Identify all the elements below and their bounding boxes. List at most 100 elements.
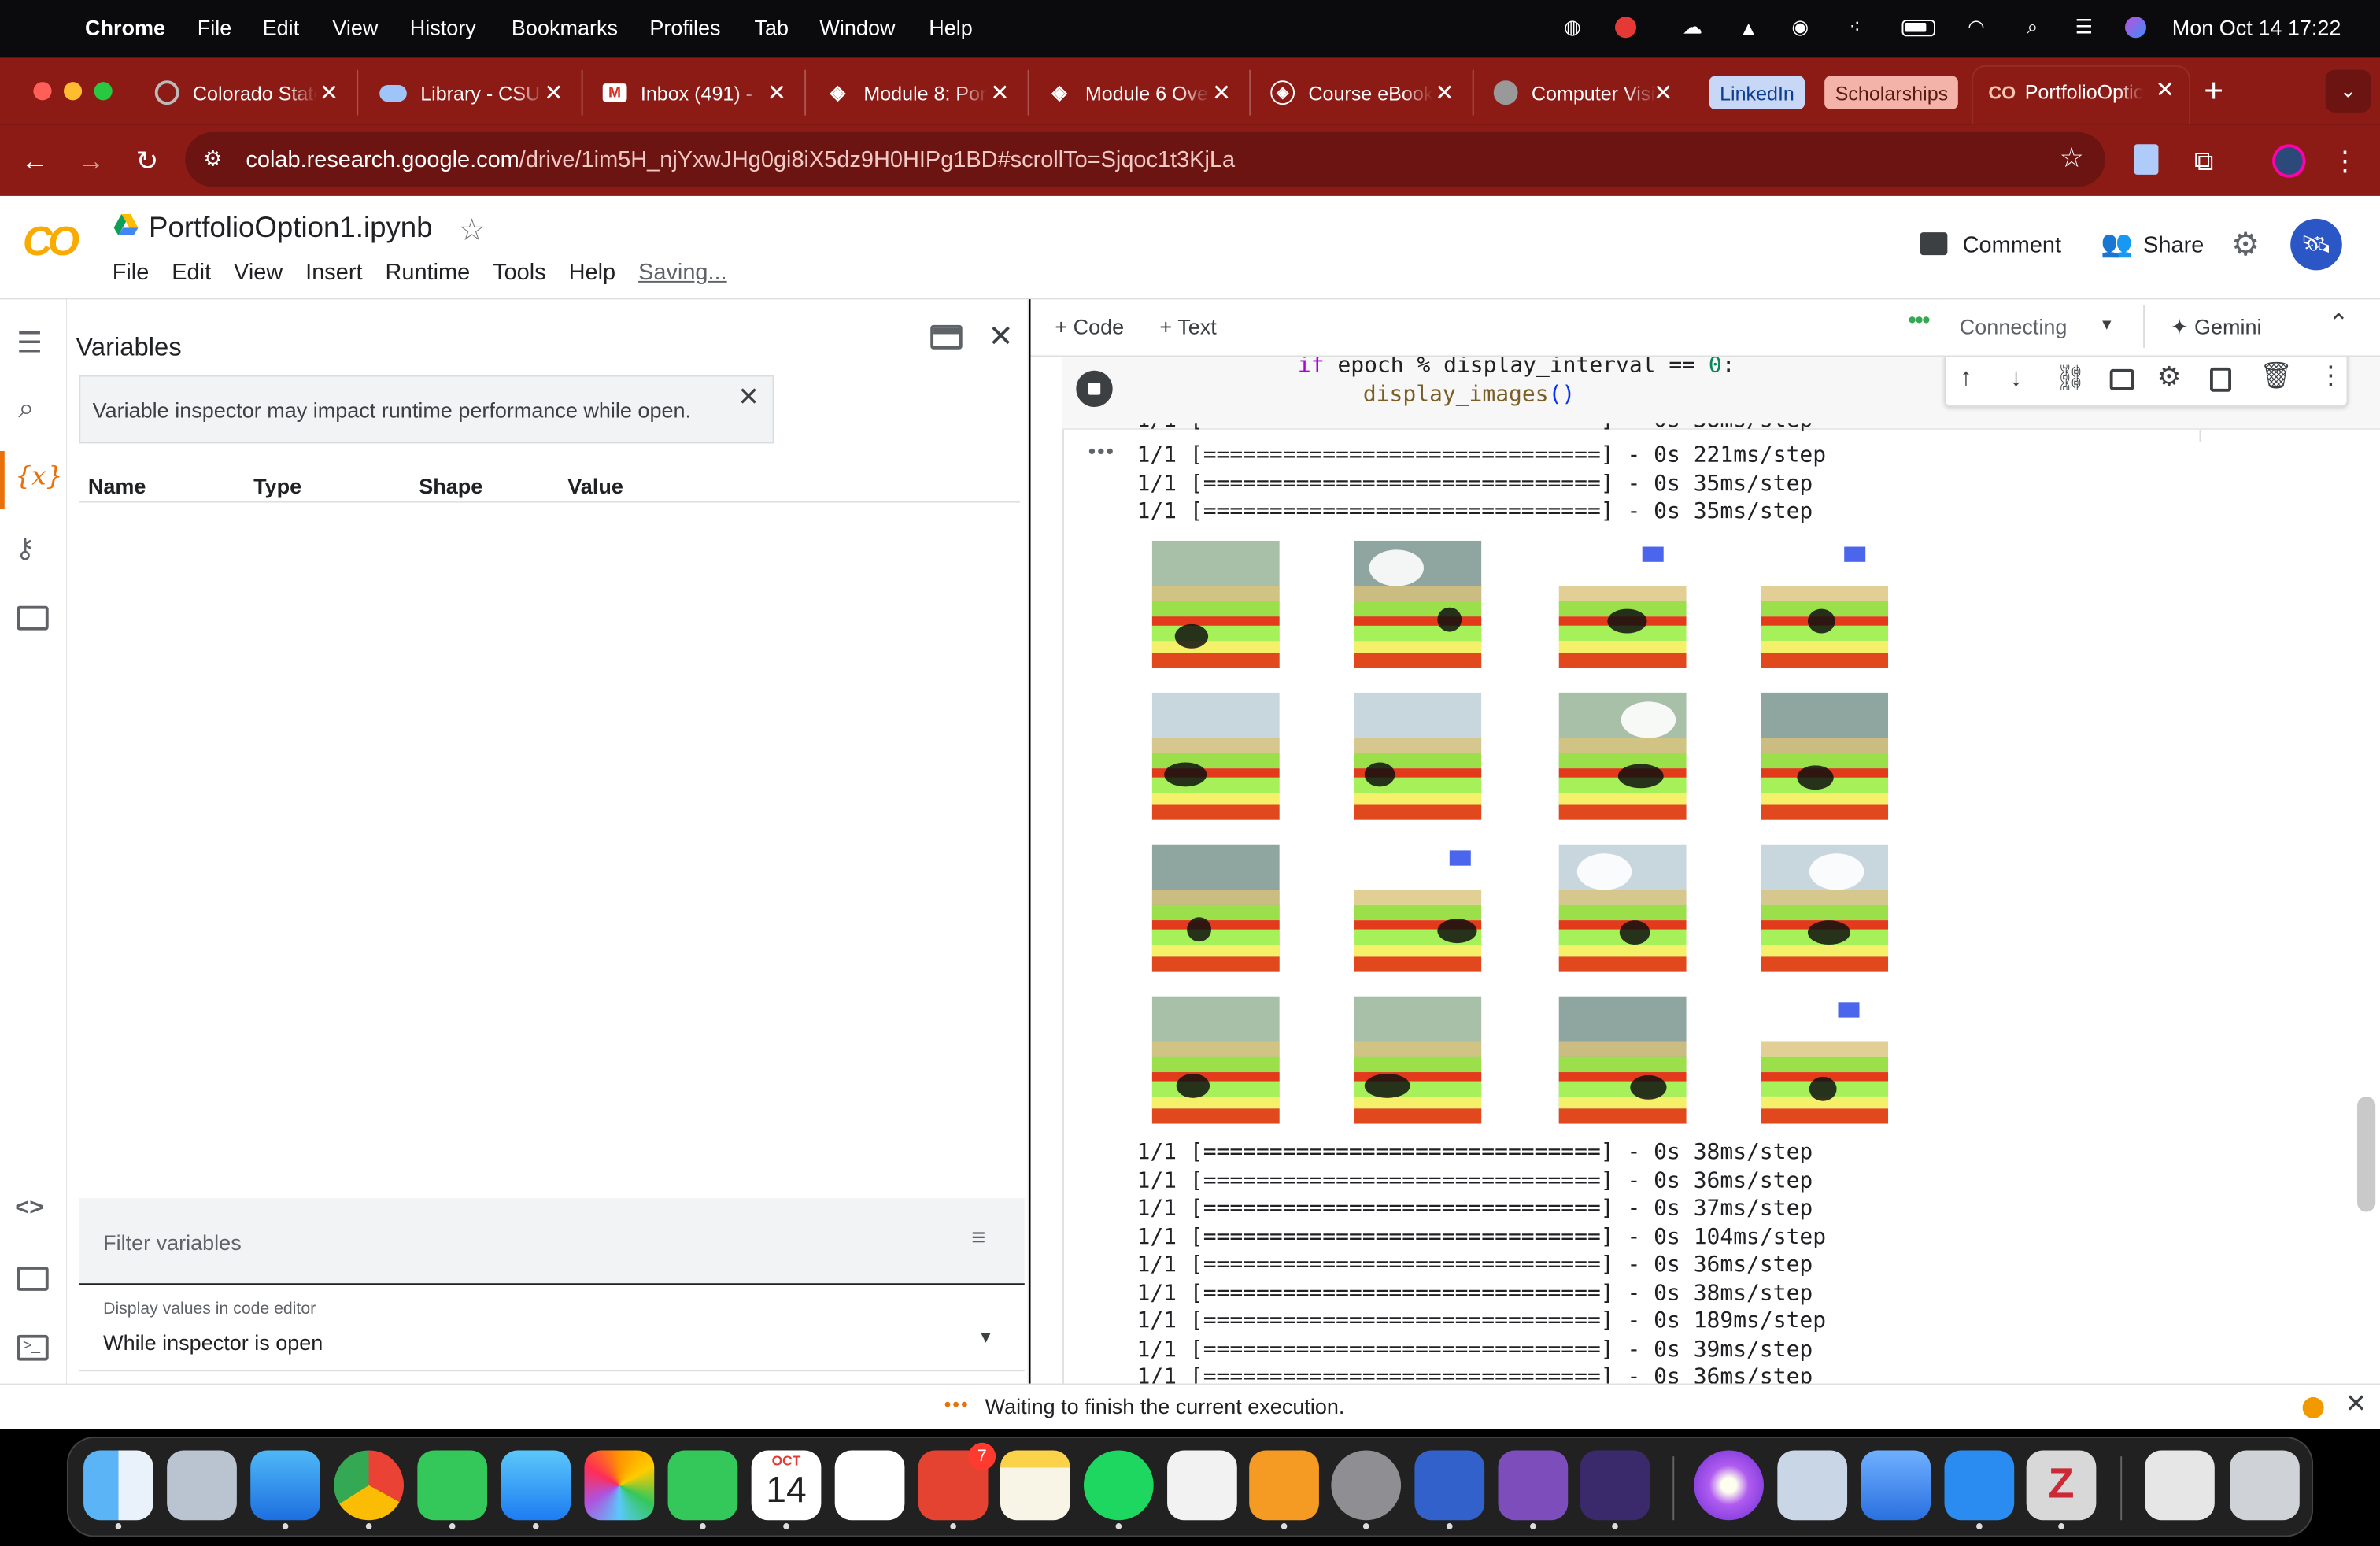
tab-search-chevron-icon[interactable]: ⌄ [2325,69,2371,113]
column-type[interactable]: Type [253,474,301,498]
close-tab-icon[interactable]: ✕ [990,79,1009,106]
site-settings-icon[interactable]: ⚙ [203,146,222,172]
dismiss-notice-icon[interactable]: ✕ [737,383,759,413]
tab-library[interactable]: Library - CSU ✕ [379,69,583,116]
dock-preview-icon[interactable] [1777,1450,1848,1521]
output-actions-icon[interactable]: ••• [1088,439,1115,464]
dock-reminders-icon[interactable] [834,1450,905,1521]
stop-execution-button[interactable] [1076,370,1113,408]
colab-menu-edit[interactable]: Edit [172,260,211,286]
close-tab-icon[interactable]: ✕ [1212,79,1231,106]
command-palette-icon[interactable] [17,1267,49,1291]
colab-menu-runtime[interactable]: Runtime [385,260,470,286]
comment-button[interactable]: Comment [1963,232,2061,258]
delete-icon[interactable]: 🗑 [2260,361,2293,392]
tab-module-6[interactable]: ◈ Module 6 Over ✕ [1048,69,1251,116]
menu-view[interactable]: View [332,15,378,39]
dock-pages-icon[interactable] [1249,1450,1319,1529]
tab-inbox[interactable]: M Inbox (491) - ✕ [602,69,807,116]
docs-extension-icon[interactable] [2134,144,2159,175]
menu-profiles[interactable]: Profiles [649,15,720,39]
cell-settings-icon[interactable]: ⚙ [2156,361,2181,394]
dock-spotify-icon[interactable] [1083,1450,1154,1529]
colab-menu-file[interactable]: File [113,260,150,286]
column-value[interactable]: Value [567,474,623,498]
colab-menu-help[interactable]: Help [569,260,616,286]
dock-flower-app-icon[interactable] [1694,1450,1764,1521]
move-up-icon[interactable]: ↑ [1960,363,1972,394]
filter-icon[interactable]: ≡ [971,1226,985,1253]
user-icon[interactable]: ◉ [1787,13,1814,41]
dock-notes-icon[interactable] [1000,1450,1070,1521]
open-in-tab-icon[interactable] [930,324,963,350]
close-tab-icon[interactable]: ✕ [2156,76,2175,103]
menu-help[interactable]: Help [929,15,973,39]
move-down-icon[interactable]: ↓ [2009,363,2022,394]
tab-module-8[interactable]: ◈ Module 8: Port ✕ [826,69,1029,116]
search-icon[interactable]: ⌕ [18,394,35,427]
globe-icon[interactable]: ◍ [1559,13,1587,41]
menu-bookmarks[interactable]: Bookmarks [512,15,618,39]
battery-icon[interactable] [1901,13,1937,41]
url-field[interactable]: ⚙ colab.research.google.com/drive/1im5H_… [185,131,2105,187]
share-button[interactable]: Share [2143,232,2204,258]
extensions-icon[interactable]: ⧉ [2186,142,2222,179]
saving-indicator[interactable]: Saving... [638,260,727,286]
forward-icon[interactable]: → [73,142,109,179]
drive-icon[interactable]: ▲ [1735,13,1762,41]
settings-gear-icon[interactable]: ⚙ [2231,226,2260,264]
dock-textedit-icon[interactable] [1167,1450,1237,1521]
zoom-window-button[interactable] [94,82,113,101]
column-name[interactable]: Name [88,474,146,498]
colab-logo[interactable]: CO [23,219,79,266]
close-status-icon[interactable]: ✕ [2345,1389,2367,1420]
folder-icon[interactable] [17,605,49,631]
dock-mail-icon[interactable] [501,1450,571,1529]
dock-finder-icon[interactable] [83,1450,153,1529]
menu-history[interactable]: History [410,15,476,39]
runtime-dropdown-icon[interactable]: ▼ [2099,317,2114,334]
variables-icon[interactable]: {x} [15,461,62,492]
dock-affinity-icon[interactable] [1580,1450,1650,1529]
account-avatar[interactable]: 🛰 [2290,218,2342,271]
tab-course-ebook[interactable]: ◈ Course eBook ✕ [1270,69,1474,116]
close-tab-icon[interactable]: ✕ [767,79,786,106]
collapse-header-icon[interactable]: ⌃ [2328,309,2349,339]
dock-safari-icon[interactable] [250,1450,320,1529]
add-text-button[interactable]: + Text [1159,314,1216,338]
dock-simplenote-icon[interactable] [1414,1450,1485,1529]
close-tab-icon[interactable]: ✕ [320,79,338,106]
reload-icon[interactable]: ↻ [129,142,165,179]
close-tab-icon[interactable]: ✕ [544,79,563,106]
column-shape[interactable]: Shape [419,474,482,498]
tab-portfolio-active[interactable]: CO PortfolioOption1 ✕ [1973,66,2189,125]
notebook-filename[interactable]: PortfolioOption1.ipynb [149,213,433,246]
dock-trash-icon[interactable] [2230,1450,2300,1521]
dock-vscode-icon[interactable] [1944,1450,2015,1529]
menu-window[interactable]: Window [819,15,895,39]
mirror-cell-icon[interactable] [2209,367,2231,392]
profile-avatar[interactable] [2272,144,2306,178]
colab-menu-view[interactable]: View [234,260,283,286]
close-window-button[interactable] [33,82,52,101]
siri-icon[interactable] [2122,13,2149,41]
dock-swift-icon[interactable] [1861,1450,1931,1521]
dock-github-desktop-icon[interactable] [1498,1450,1569,1529]
close-panel-icon[interactable]: ✕ [988,317,1013,355]
back-icon[interactable]: ← [17,142,53,179]
dock-photos-icon[interactable] [584,1450,655,1521]
menu-file[interactable]: File [198,15,232,39]
runtime-status[interactable]: Connecting [1960,314,2068,338]
table-of-contents-icon[interactable]: ☰ [17,327,42,361]
bookmark-scholarships[interactable]: Scholarships [1824,76,1959,109]
spotlight-icon[interactable]: ⌕ [2019,13,2046,41]
filter-variables-field[interactable]: Filter variables ≡ [79,1198,1025,1285]
close-tab-icon[interactable]: ✕ [1435,79,1454,106]
cloud-icon[interactable]: ☁ [1676,13,1709,41]
dock-messages-icon[interactable] [417,1450,488,1529]
add-code-button[interactable]: + Code [1055,314,1124,338]
menu-tab[interactable]: Tab [754,15,789,39]
minimize-window-button[interactable] [63,82,83,101]
dock-todoist-icon[interactable]: 7 [918,1442,996,1529]
colab-menu-tools[interactable]: Tools [493,260,546,286]
